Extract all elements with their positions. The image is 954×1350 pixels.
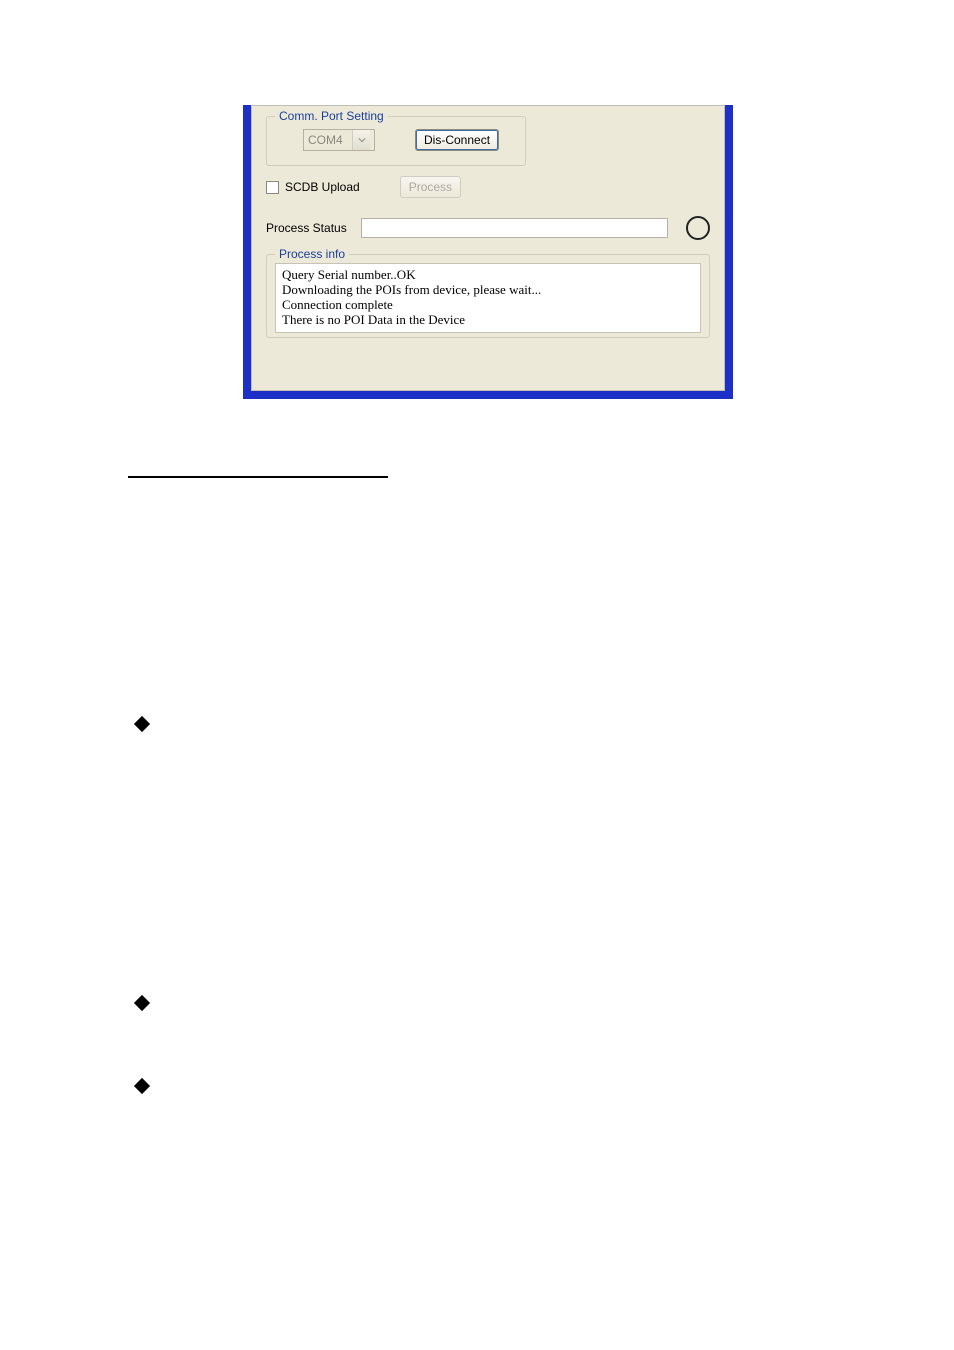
process-info-line: Downloading the POIs from device, please… (282, 283, 694, 298)
com-port-value (304, 130, 352, 150)
process-button-label: Process (409, 180, 452, 194)
chevron-down-icon (352, 130, 370, 150)
process-info-line: Connection complete (282, 298, 694, 313)
com-port-select[interactable] (303, 129, 375, 151)
diamond-bullet-icon (131, 992, 153, 1014)
horizontal-rule (128, 476, 388, 478)
process-info-group: Process info Query Serial number..OK Dow… (266, 254, 710, 338)
main-panel: Comm. Port Setting Dis-Connect (251, 105, 725, 391)
process-info-line: There is no POI Data in the Device (282, 313, 694, 328)
process-status-field (361, 218, 668, 238)
window-frame: Comm. Port Setting Dis-Connect (243, 105, 733, 399)
process-button: Process (400, 176, 461, 198)
scdb-upload-label: SCDB Upload (285, 180, 360, 194)
diamond-bullet-icon (131, 713, 153, 735)
checkbox-box-icon (266, 181, 279, 194)
diamond-bullet-icon (131, 1075, 153, 1097)
process-status-label: Process Status (266, 221, 347, 235)
process-info-legend: Process info (275, 247, 349, 261)
disconnect-button[interactable]: Dis-Connect (415, 129, 499, 151)
spinner-icon (686, 216, 710, 240)
comm-port-group: Comm. Port Setting Dis-Connect (266, 116, 526, 166)
scdb-upload-checkbox[interactable]: SCDB Upload (266, 180, 360, 194)
process-info-textarea: Query Serial number..OK Downloading the … (275, 263, 701, 333)
comm-port-legend: Comm. Port Setting (275, 109, 388, 123)
disconnect-button-label: Dis-Connect (424, 133, 490, 147)
process-info-line: Query Serial number..OK (282, 268, 694, 283)
